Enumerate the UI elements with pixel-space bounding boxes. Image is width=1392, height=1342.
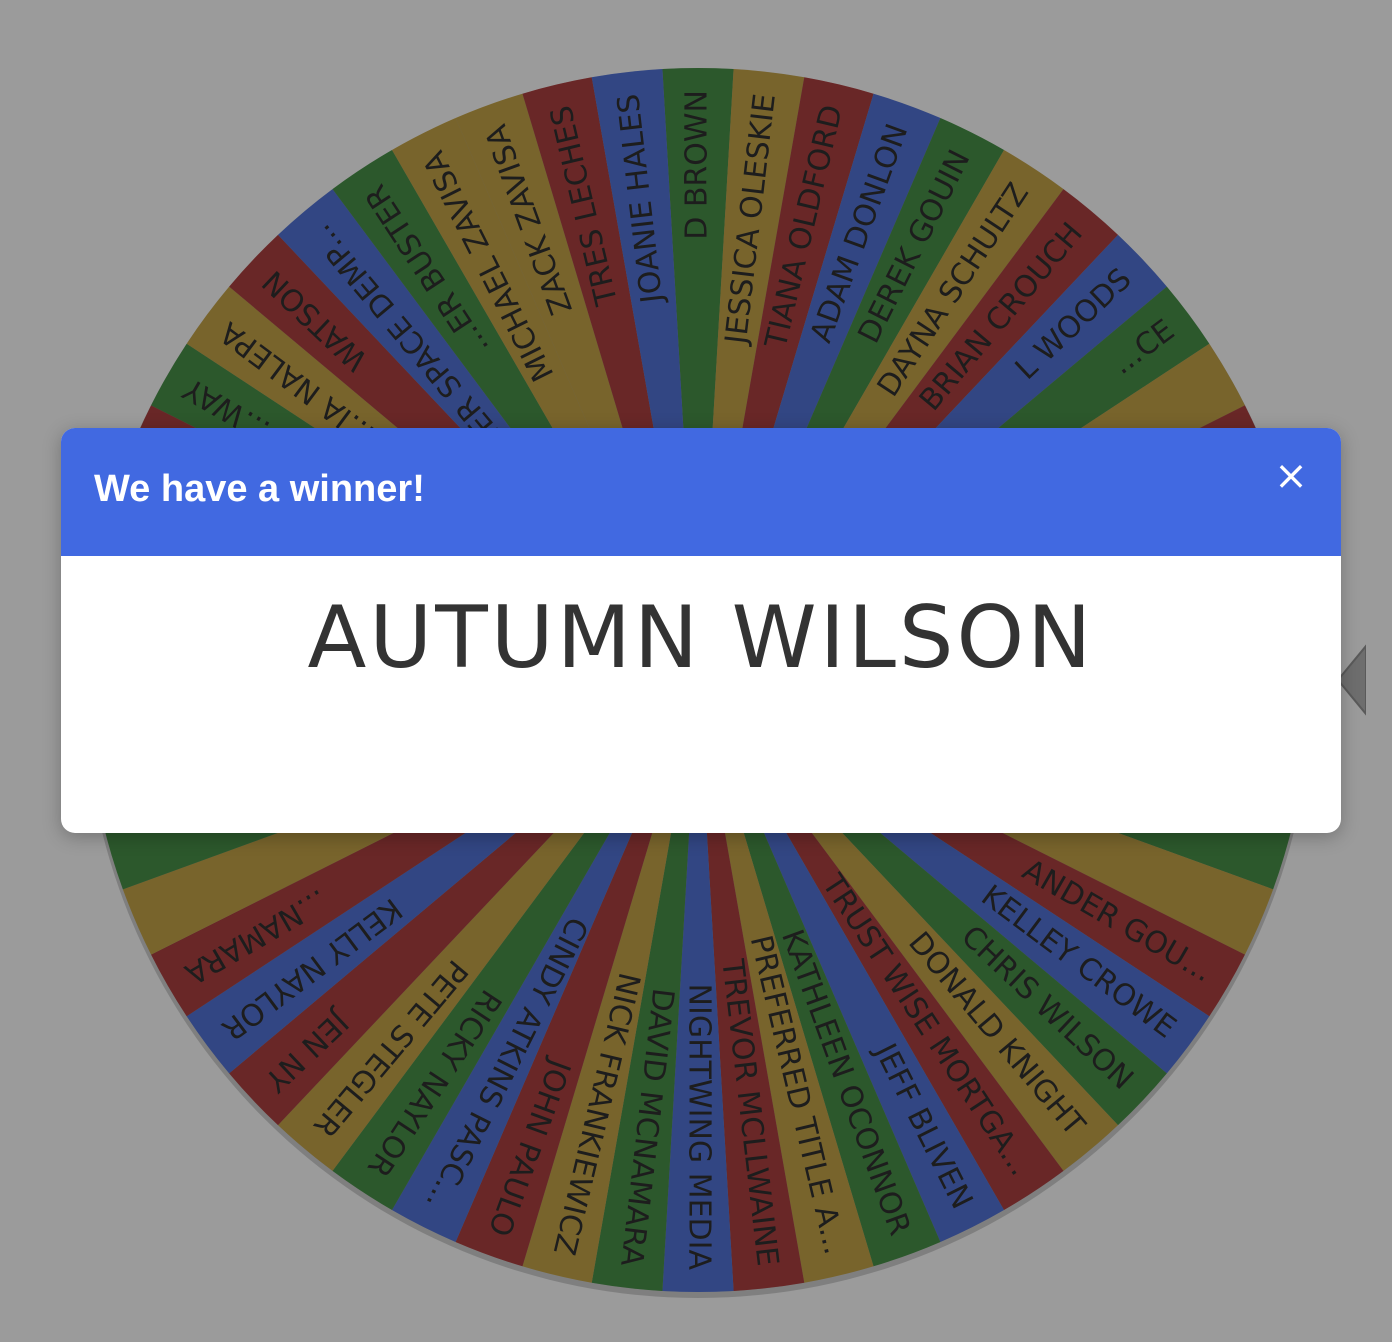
winner-name: AUTUMN WILSON <box>307 588 1095 688</box>
dialog-header: We have a winner! × <box>61 428 1341 556</box>
dialog-title: We have a winner! <box>94 468 425 510</box>
winner-dialog: We have a winner! × AUTUMN WILSON <box>61 428 1341 833</box>
close-button[interactable]: × <box>1271 456 1311 496</box>
